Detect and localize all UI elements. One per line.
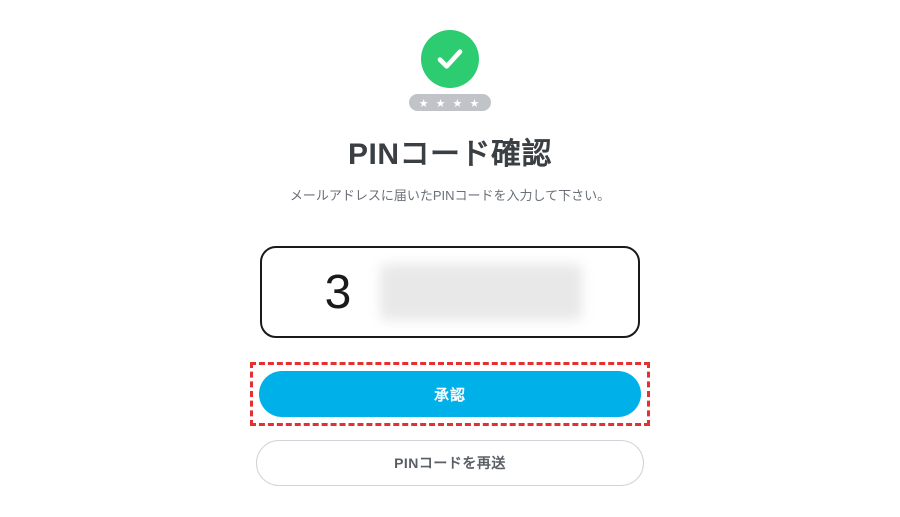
confirm-button[interactable]: 承認 [259,371,641,417]
success-check-icon [421,30,479,88]
page-title: PINコード確認 [348,129,552,173]
highlight-annotation: 承認 [250,362,650,426]
pin-input-box[interactable]: 3 [260,246,640,338]
resend-pin-button[interactable]: PINコードを再送 [256,440,644,486]
page-subtitle: メールアドレスに届いたPINコードを入力して下さい。 [290,185,610,204]
pin-stars-badge: ★ ★ ★ ★ [409,94,492,111]
pin-digit-1: 3 [318,265,358,320]
stars-text: ★ ★ ★ ★ [419,97,482,110]
verification-icon-group: ★ ★ ★ ★ [409,30,492,111]
pin-masked-area [380,264,582,320]
